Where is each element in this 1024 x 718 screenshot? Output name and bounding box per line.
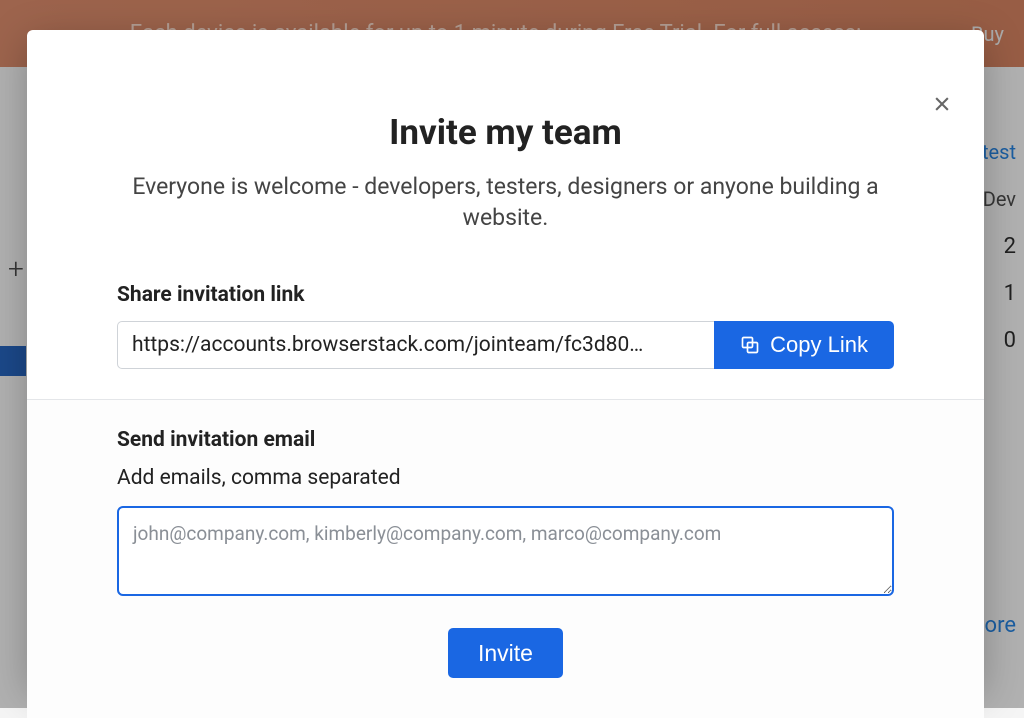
share-link-input[interactable]: https://accounts.browserstack.com/jointe… [117, 321, 714, 369]
share-link-label: Share invitation link [117, 283, 894, 307]
invite-team-modal: Invite my team Everyone is welcome - dev… [27, 30, 984, 686]
email-input[interactable] [117, 506, 894, 596]
email-hint: Add emails, comma separated [117, 466, 894, 490]
send-email-label: Send invitation email [117, 428, 894, 452]
modal-lower-section: Send invitation email Add emails, comma … [27, 400, 984, 718]
invite-button[interactable]: Invite [448, 628, 563, 678]
copy-link-label: Copy Link [770, 332, 868, 358]
share-link-row: https://accounts.browserstack.com/jointe… [117, 321, 894, 369]
modal-title: Invite my team [117, 112, 894, 153]
modal-upper-section: Invite my team Everyone is welcome - dev… [27, 30, 984, 400]
copy-link-button[interactable]: Copy Link [714, 321, 894, 369]
modal-subtitle: Everyone is welcome - developers, tester… [117, 171, 894, 233]
close-icon [932, 94, 952, 114]
close-button[interactable] [930, 92, 954, 116]
copy-icon [740, 335, 760, 355]
